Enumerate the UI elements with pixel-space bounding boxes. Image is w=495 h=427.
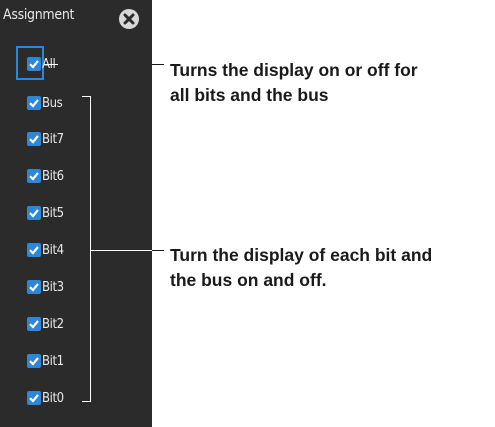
all-leader-line-ext — [152, 64, 164, 65]
assignment-panel: Assignment All Bus Bit7 Bit6 Bit5 Bit4 B… — [0, 0, 152, 427]
checkbox-label: Bit3 — [42, 279, 64, 295]
checkbox-checked-icon — [27, 317, 41, 331]
all-leader-line — [44, 64, 58, 65]
checkbox-bit0[interactable]: Bit0 — [27, 388, 64, 408]
checkbox-label: Bus — [42, 95, 63, 111]
panel-title: Assignment — [3, 7, 75, 23]
checkbox-checked-icon — [27, 169, 41, 183]
callout-bits: Turn the display of each bit and the bus… — [170, 243, 432, 293]
callout-all-line1: Turns the display on or off for — [170, 60, 418, 80]
checkbox-checked-icon — [27, 354, 41, 368]
callout-all: Turns the display on or off for all bits… — [170, 58, 418, 108]
checkbox-bit4[interactable]: Bit4 — [27, 240, 64, 260]
checkbox-label: Bit1 — [42, 353, 64, 369]
checkbox-label: Bit5 — [42, 205, 64, 221]
checkbox-label: Bit6 — [42, 168, 64, 184]
checkbox-checked-icon — [27, 280, 41, 294]
callout-all-line2: all bits and the bus — [170, 85, 329, 105]
bits-bracket — [82, 96, 91, 402]
close-button[interactable] — [119, 9, 139, 29]
checkbox-checked-icon — [27, 96, 41, 110]
checkbox-bit7[interactable]: Bit7 — [27, 129, 64, 149]
callout-bits-line1: Turn the display of each bit and — [170, 245, 433, 265]
checkbox-checked-icon — [27, 206, 41, 220]
checkbox-label: Bit7 — [42, 131, 64, 147]
bits-leader-line — [90, 250, 152, 251]
checkbox-bus[interactable]: Bus — [27, 93, 63, 113]
checkbox-bit3[interactable]: Bit3 — [27, 277, 64, 297]
checkbox-bit1[interactable]: Bit1 — [27, 351, 64, 371]
checkbox-checked-icon — [27, 132, 41, 146]
checkbox-checked-icon — [27, 57, 41, 71]
checkbox-bit5[interactable]: Bit5 — [27, 203, 64, 223]
checkbox-bit6[interactable]: Bit6 — [27, 166, 64, 186]
checkbox-label: Bit2 — [42, 316, 64, 332]
checkbox-label: Bit0 — [42, 390, 64, 406]
checkbox-checked-icon — [27, 391, 41, 405]
checkbox-label: Bit4 — [42, 242, 64, 258]
checkbox-checked-icon — [27, 243, 41, 257]
close-icon — [123, 13, 135, 25]
bits-leader-line-ext — [152, 250, 164, 251]
callout-bits-line2: the bus on and off. — [170, 270, 327, 290]
checkbox-bit2[interactable]: Bit2 — [27, 314, 64, 334]
